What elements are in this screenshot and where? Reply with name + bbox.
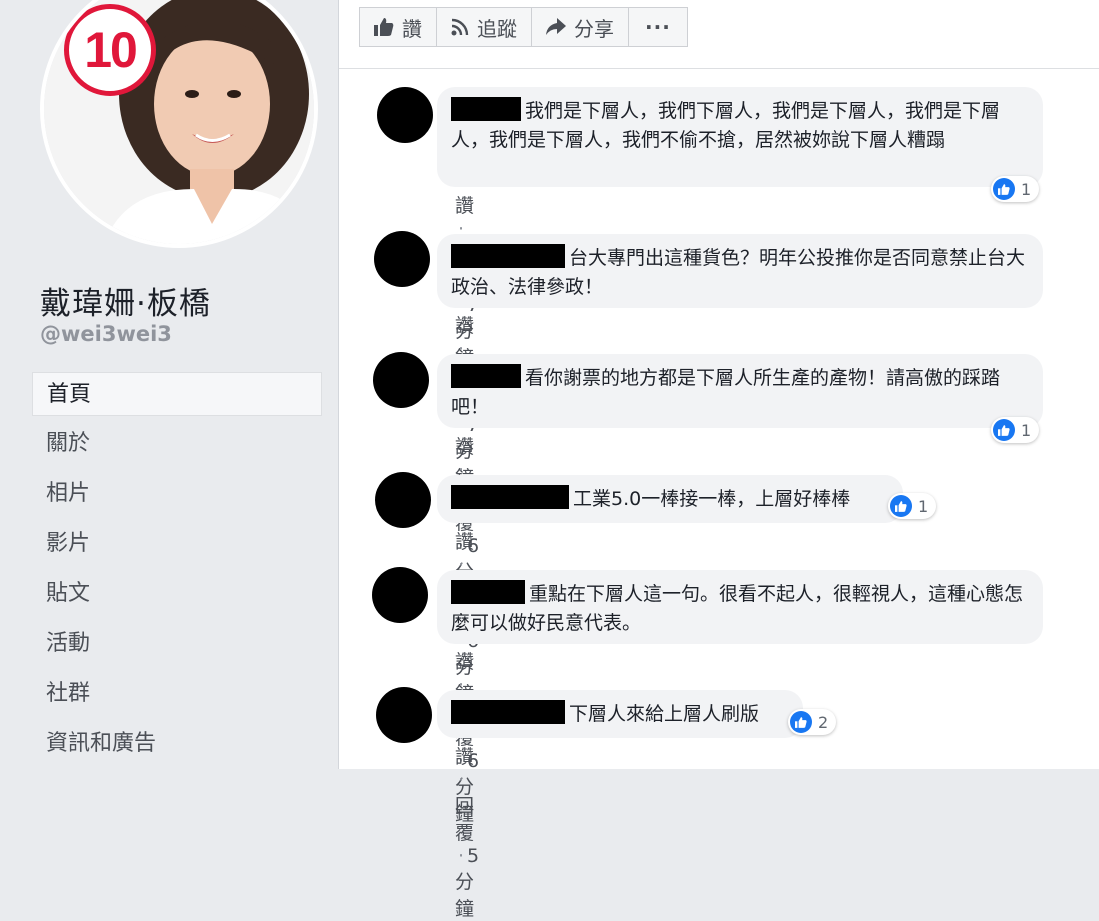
thumbs-up-icon: [374, 18, 394, 36]
like-reaction-icon: [790, 711, 812, 733]
page-nav: 首頁 關於 相片 影片 貼文 活動 社群 資訊和廣告: [32, 372, 322, 772]
comment-like-link[interactable]: 讚: [455, 436, 474, 458]
like-page-button[interactable]: 讚: [359, 7, 437, 47]
commenter-avatar[interactable]: [374, 231, 430, 287]
page-actions: 讚 追蹤 分享 ···: [359, 7, 688, 47]
page-title[interactable]: 戴瑋姍·板橋: [40, 278, 211, 323]
comment-text: 我們是下層人，我們下層人，我們是下層人，我們是下層人，我們是下層人，我們不偷不搶…: [451, 100, 1001, 151]
nav-item-info-and-ads[interactable]: 資訊和廣告: [32, 722, 322, 766]
commenter-avatar[interactable]: [377, 87, 433, 143]
comment-like-link[interactable]: 讚: [455, 531, 474, 553]
like-reaction-icon: [890, 495, 912, 517]
like-count: 2: [818, 712, 829, 732]
nav-item-about[interactable]: 關於: [32, 422, 322, 466]
comment-like-count[interactable]: 1: [991, 417, 1040, 443]
comment-bubble: 我們是下層人，我們下層人，我們是下層人，我們是下層人，我們是下層人，我們不偷不搶…: [437, 87, 1043, 187]
more-options-button[interactable]: ···: [628, 7, 688, 47]
rss-icon: [451, 18, 469, 36]
like-reaction-icon: [993, 178, 1015, 200]
comment-text: 下層人來給上層人刷版: [569, 703, 760, 725]
sidebar: 10 戴瑋姍·板橋 @wei3wei3 首頁 關於 相片 影片 貼文 活動 社群…: [0, 0, 338, 769]
comment-reply-link[interactable]: 回覆: [455, 795, 474, 844]
comment-like-link[interactable]: 讚: [455, 746, 474, 768]
comment-bubble: 台大專門出這種貨色？明年公投推你是否同意禁止台大政治、法律參政！: [437, 234, 1043, 308]
comment-bubble: 重點在下層人這一句。很看不起人，很輕視人，這種心態怎麼可以做好民意代表。: [437, 570, 1043, 644]
nav-item-community[interactable]: 社群: [32, 672, 322, 716]
comment-text: 看你謝票的地方都是下層人所生產的產物！請高傲的踩踏吧！: [451, 367, 1001, 418]
follow-button[interactable]: 追蹤: [436, 7, 532, 47]
follow-label: 追蹤: [477, 16, 517, 41]
share-button[interactable]: 分享: [531, 7, 629, 47]
page-action-bar: 讚 追蹤 分享 ···: [339, 0, 1099, 69]
comment-bubble: 看你謝票的地方都是下層人所生產的產物！請高傲的踩踏吧！: [437, 354, 1043, 428]
nav-item-photos[interactable]: 相片: [32, 472, 322, 516]
redacted-commenter-name: [451, 580, 525, 604]
more-dots-icon: ···: [645, 15, 671, 39]
redacted-commenter-name: [451, 364, 521, 388]
redacted-commenter-name: [451, 700, 565, 724]
comment-bubble: 工業5.0一棒接一棒，上層好棒棒: [437, 475, 903, 523]
like-count: 1: [918, 496, 929, 516]
commenter-avatar[interactable]: [375, 472, 431, 528]
candidate-number-badge: 10: [64, 4, 156, 96]
redacted-commenter-name: [451, 97, 521, 121]
page-profile-picture[interactable]: 10: [40, 0, 318, 248]
share-label: 分享: [574, 16, 614, 41]
nav-item-posts[interactable]: 貼文: [32, 572, 322, 616]
commenter-avatar[interactable]: [372, 567, 428, 623]
comment-like-count[interactable]: 2: [788, 709, 837, 735]
like-page-label: 讚: [402, 16, 422, 41]
comment-like-link[interactable]: 讚: [455, 651, 474, 673]
page-username[interactable]: @wei3wei3: [40, 322, 172, 346]
comment-like-link[interactable]: 讚: [455, 195, 474, 217]
share-arrow-icon: [546, 18, 566, 35]
main-content: 讚 追蹤 分享 ··· 我們是下層人，我們下層人，我們是下層人，我們是下層人，我…: [339, 0, 1099, 920]
nav-item-videos[interactable]: 影片: [32, 522, 322, 566]
nav-item-events[interactable]: 活動: [32, 622, 322, 666]
comment-text: 重點在下層人這一句。很看不起人，很輕視人，這種心態怎麼可以做好民意代表。: [451, 583, 1024, 634]
redacted-commenter-name: [451, 244, 565, 268]
comment-like-count[interactable]: 1: [888, 493, 937, 519]
commenter-avatar[interactable]: [376, 687, 432, 743]
comment-bubble: 下層人來給上層人刷版: [437, 690, 803, 738]
comment-like-count[interactable]: 1: [991, 176, 1040, 202]
like-reaction-icon: [993, 419, 1015, 441]
nav-item-home[interactable]: 首頁: [32, 372, 322, 416]
like-count: 1: [1021, 179, 1032, 199]
like-count: 1: [1021, 420, 1032, 440]
comment-text: 工業5.0一棒接一棒，上層好棒棒: [573, 488, 851, 510]
candidate-number: 10: [84, 22, 138, 78]
comment-like-link[interactable]: 讚: [455, 315, 474, 337]
commenter-avatar[interactable]: [373, 352, 429, 408]
redacted-commenter-name: [451, 485, 569, 509]
